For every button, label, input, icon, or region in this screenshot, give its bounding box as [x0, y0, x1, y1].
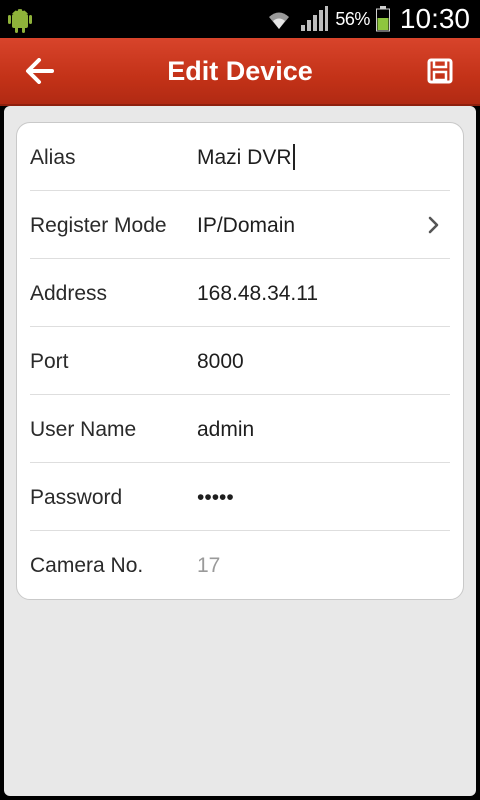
register-mode-label: Register Mode — [30, 214, 167, 237]
alias-label: Alias — [30, 146, 76, 169]
android-icon — [8, 9, 32, 33]
back-arrow-icon — [26, 58, 54, 84]
camera-no-label: Camera No. — [30, 554, 144, 577]
page-title: Edit Device — [167, 56, 313, 86]
signal-icon — [301, 6, 329, 31]
back-button[interactable] — [20, 54, 60, 88]
user-name-label: User Name — [30, 418, 137, 441]
save-icon — [427, 58, 453, 84]
status-bar: 56% 10:30 — [0, 0, 480, 38]
port-input[interactable]: 8000 — [197, 327, 244, 395]
port-label: Port — [30, 350, 69, 373]
address-label: Address — [30, 282, 108, 305]
register-mode-value: IP/Domain — [197, 214, 296, 237]
password-label: Password — [30, 486, 123, 509]
clock: 10:30 — [399, 3, 470, 34]
text-cursor — [292, 143, 295, 170]
user-name-input[interactable]: admin — [197, 395, 254, 463]
app-header: Edit Device — [0, 38, 480, 106]
password-input[interactable]: ••••• — [197, 463, 234, 531]
port-row[interactable]: Port 8000 — [17, 327, 463, 395]
wifi-icon — [269, 12, 290, 29]
alias-input[interactable]: Mazi DVR — [197, 123, 295, 191]
device-form: Alias Mazi DVR Register Mode IP/Domain A… — [16, 122, 464, 600]
alias-row[interactable]: Alias Mazi DVR — [17, 123, 463, 191]
address-row[interactable]: Address 168.48.34.11 — [17, 259, 463, 327]
save-button[interactable] — [420, 54, 460, 88]
address-input[interactable]: 168.48.34.11 — [197, 259, 318, 327]
camera-no-row: Camera No. 17 — [17, 531, 463, 599]
battery-percent: 56% — [335, 8, 370, 29]
chevron-right-icon — [428, 216, 439, 234]
content-area: Alias Mazi DVR Register Mode IP/Domain A… — [4, 106, 476, 796]
battery-icon — [375, 6, 390, 32]
password-row[interactable]: Password ••••• — [17, 463, 463, 531]
camera-no-value: 17 — [197, 554, 221, 577]
user-name-row[interactable]: User Name admin — [17, 395, 463, 463]
register-mode-row[interactable]: Register Mode IP/Domain — [17, 191, 463, 259]
